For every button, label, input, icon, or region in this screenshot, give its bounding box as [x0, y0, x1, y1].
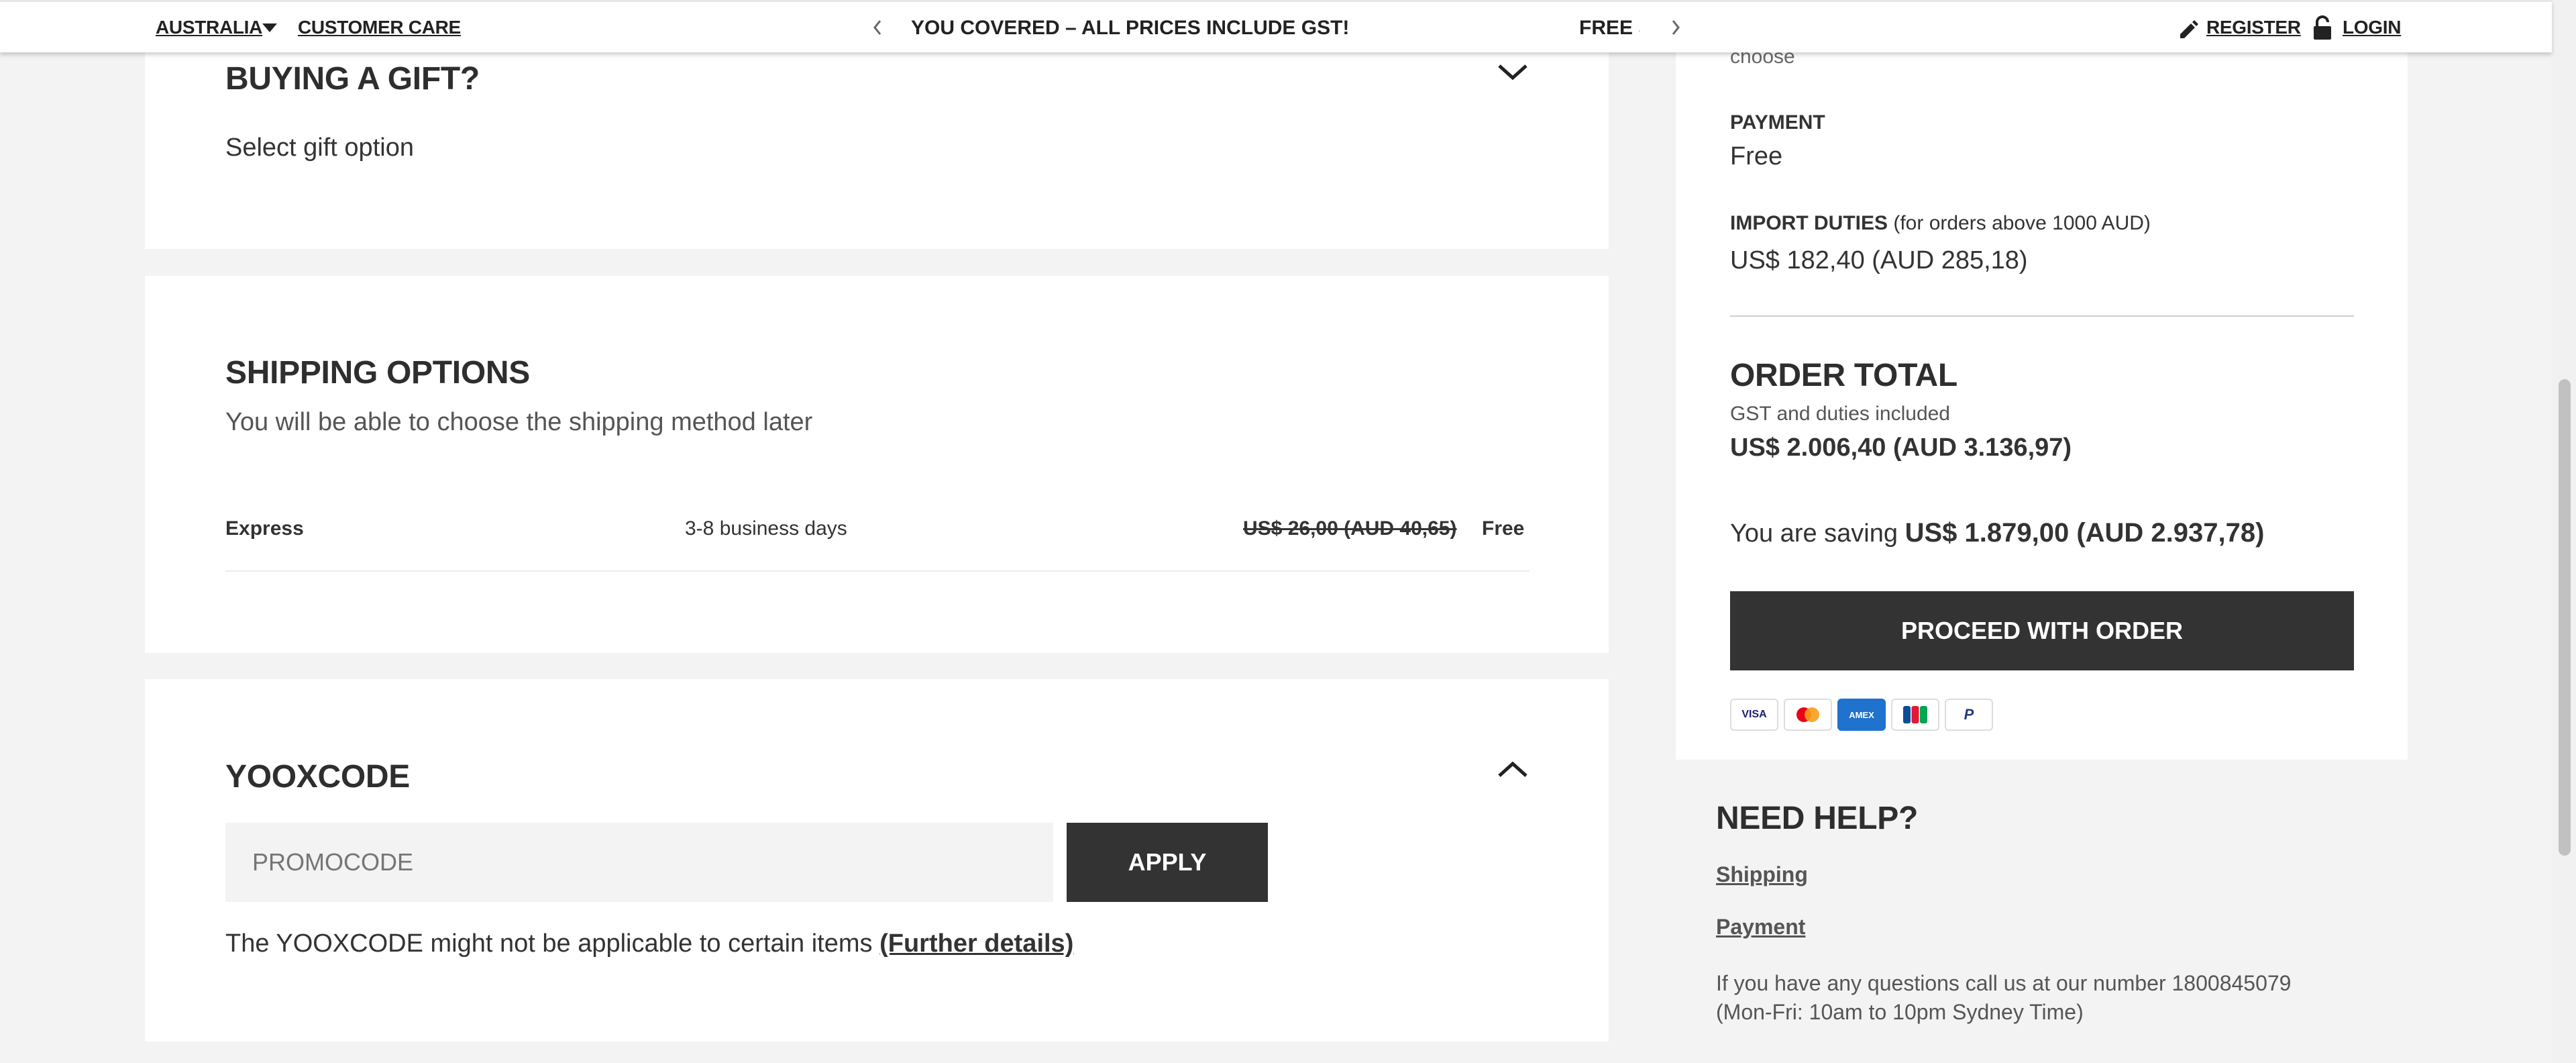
proceed-with-order-button[interactable]: PROCEED WITH ORDER: [1730, 591, 2354, 670]
promo-banner-next-clip: FREE S: [1579, 2, 1640, 52]
customer-care-link[interactable]: CUSTOMER CARE: [298, 17, 461, 38]
caret-down-icon[interactable]: [262, 23, 277, 33]
register-link[interactable]: REGISTER: [2206, 17, 2301, 38]
login-link[interactable]: LOGIN: [2343, 17, 2401, 38]
import-duties-label: IMPORT DUTIES: [1730, 212, 1888, 234]
further-details-link[interactable]: (Further details): [879, 929, 1073, 958]
shipping-subtitle: You will be able to choose the shipping …: [225, 408, 813, 436]
gift-title: BUYING A GIFT?: [225, 61, 480, 97]
help-contact-line2: (Mon-Fri: 10am to 10pm Sydney Time): [1716, 1000, 2084, 1024]
top-bar: AUSTRALIA CUSTOMER CARE YOU COVERED – AL…: [0, 0, 2552, 52]
import-duties-value: US$ 182,40 (AUD 285,18): [1730, 246, 2028, 274]
chevron-left-icon[interactable]: [867, 14, 888, 41]
order-total-label: ORDER TOTAL: [1730, 358, 1957, 393]
help-payment-link[interactable]: Payment: [1716, 915, 1805, 940]
help-contact-line1: If you have any questions call us at our…: [1716, 971, 2292, 995]
visa-icon: VISA: [1730, 699, 1778, 731]
shipping-price: Free: [1482, 517, 1525, 540]
order-total-value: US$ 2.006,40 (AUD 3.136,97): [1730, 434, 2072, 462]
yooxcode-note-row: The YOOXCODE might not be applicable to …: [225, 929, 1073, 958]
order-total-note: GST and duties included: [1730, 403, 1950, 425]
mastercard-icon: [1784, 699, 1832, 731]
payment-value: Free: [1730, 142, 1783, 170]
pencil-icon: [2180, 20, 2198, 38]
mastercard-circles: [1796, 707, 1819, 722]
summary-divider: [1730, 315, 2354, 317]
unlock-icon: [2314, 15, 2331, 40]
chevron-up-icon[interactable]: [1496, 760, 1529, 780]
shipping-divider: [225, 570, 1529, 572]
country-selector[interactable]: AUSTRALIA: [156, 17, 262, 38]
chevron-right-icon[interactable]: [1666, 14, 1686, 41]
saving-label: You are saving: [1730, 519, 1898, 548]
gift-option-link[interactable]: Select gift option: [225, 134, 414, 162]
import-duties-note: (for orders above 1000 AUD): [1893, 212, 2151, 234]
shipping-duration: 3-8 business days: [685, 517, 847, 540]
jcb-icon: [1891, 699, 1939, 731]
promo-banner-message: YOU COVERED – ALL PRICES INCLUDE GST!: [911, 17, 1350, 39]
shipping-method: Express: [225, 517, 304, 540]
need-help-title: NEED HELP?: [1716, 801, 1919, 836]
shipping-panel: [145, 276, 1609, 653]
paypal-icon: P: [1945, 699, 1993, 731]
apply-button[interactable]: APPLY: [1067, 823, 1268, 902]
yooxcode-title: YOOXCODE: [225, 759, 410, 795]
import-duties-row: IMPORT DUTIES (for orders above 1000 AUD…: [1730, 212, 2151, 235]
chevron-down-icon[interactable]: [1496, 62, 1529, 82]
yooxcode-note: The YOOXCODE might not be applicable to …: [225, 929, 873, 958]
amex-icon: AMEX: [1837, 699, 1886, 731]
scrollbar-thumb[interactable]: [2559, 379, 2571, 856]
promo-banner-next-message: FREE S: [1579, 17, 1640, 39]
saving-value: US$ 1.879,00 (AUD 2.937,78): [1904, 518, 2265, 548]
saving-row: You are saving US$ 1.879,00 (AUD 2.937,7…: [1730, 518, 2264, 548]
jcb-logo: [1903, 706, 1927, 723]
payment-label: PAYMENT: [1730, 111, 1825, 134]
shipping-title: SHIPPING OPTIONS: [225, 355, 530, 391]
shipping-old-price: US$ 26,00 (AUD 40,65): [1243, 517, 1457, 540]
help-shipping-link[interactable]: Shipping: [1716, 862, 1808, 887]
promocode-input[interactable]: [225, 823, 1053, 902]
